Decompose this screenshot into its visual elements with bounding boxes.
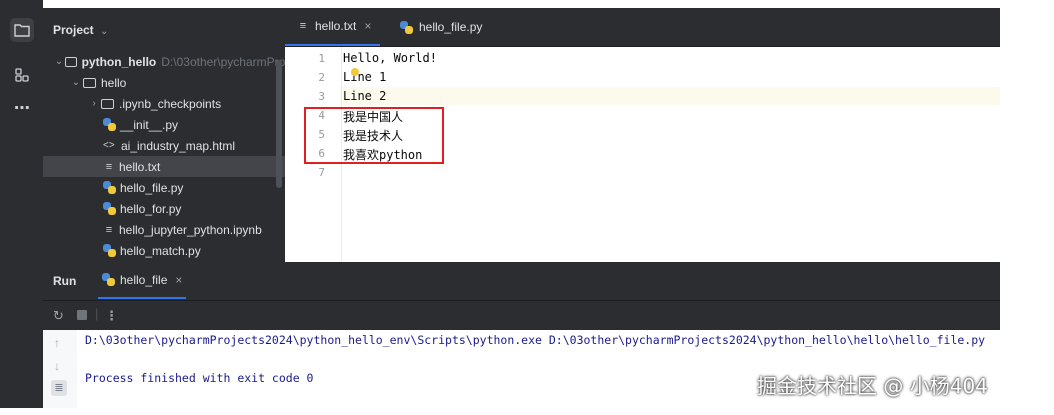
tree-item-python-hello[interactable]: ⌄ python_hello D:\03other\pycharmProj <box>43 51 288 72</box>
tab-label: hello.txt <box>315 19 357 33</box>
console-line: D:\03other\pycharmProjects2024\python_he… <box>85 333 986 347</box>
run-panel-title: Run <box>53 274 77 288</box>
tab-label: hello_file.py <box>419 20 483 34</box>
tab-run-hello-file[interactable]: hello_file × <box>98 262 187 299</box>
activity-bar: ⋯ <box>0 0 43 408</box>
tree-item-label: __init__.py <box>120 117 179 132</box>
structure-icon[interactable] <box>10 63 34 87</box>
tab-label: hello_file <box>120 272 168 287</box>
python-file-icon <box>103 181 116 194</box>
python-file-icon <box>400 20 413 34</box>
rerun-icon[interactable]: ↻ <box>53 308 64 324</box>
run-panel: Run hello_file × ↻ | ⋮ <box>43 262 1000 330</box>
arrow-up-icon[interactable]: ↑ <box>54 336 60 350</box>
tree-item-label: python_hello <box>81 54 157 69</box>
arrow-down-icon[interactable]: ↓ <box>54 359 60 373</box>
tree-item-label: ai_industry_map.html <box>121 138 236 153</box>
html-file-icon: <> <box>103 140 115 151</box>
text-file-icon: ≡ <box>299 20 307 32</box>
project-panel-title: Project <box>53 23 94 37</box>
toolbar-separator: | <box>95 306 99 321</box>
soft-wrap-icon[interactable]: ≣ <box>51 380 67 396</box>
python-file-icon <box>103 202 116 215</box>
run-toolbar: ↻ | ⋮ <box>43 300 1000 331</box>
chevron-down-icon[interactable]: ⌄ <box>53 56 65 67</box>
line-number: 1 <box>318 52 325 65</box>
python-file-icon <box>103 244 116 257</box>
project-scrollbar[interactable] <box>276 60 282 188</box>
folder-icon <box>101 98 114 109</box>
close-icon[interactable]: × <box>175 273 182 287</box>
code-line[interactable]: Hello, World! <box>343 51 437 65</box>
tree-item-label: hello_jupyter_python.ipynb <box>119 222 262 237</box>
tree-item-label: .ipynb_checkpoints <box>119 96 222 111</box>
caret-line-highlight <box>285 87 1000 105</box>
package-folder-icon <box>83 77 96 88</box>
editor-tab-bar: ≡ hello.txt × hello_file.py <box>285 8 1000 47</box>
line-number: 7 <box>318 166 325 179</box>
tree-item-label: hello.txt <box>119 159 161 174</box>
tab-hello-file-py[interactable]: hello_file.py <box>392 8 490 46</box>
tree-item-label: hello_file.py <box>120 180 184 195</box>
tree-item-label: hello_for.py <box>120 201 182 216</box>
tree-item-label: hello <box>101 75 127 90</box>
text-file-icon: ≡ <box>105 223 113 236</box>
more-vertical-icon[interactable]: ⋮ <box>105 308 118 324</box>
chevron-down-icon: ⌄ <box>100 26 109 37</box>
python-file-icon <box>102 273 115 286</box>
watermark: 掘金技术社区 @ 小杨404 <box>757 374 988 398</box>
text-file-icon: ≡ <box>105 160 113 173</box>
chevron-down-icon[interactable]: ⌄ <box>69 77 83 88</box>
project-panel: Project ⌄ ⌄ python_hello D:\03other\pych… <box>43 8 334 262</box>
editor[interactable]: 1 2 3 4 5 6 7 Hello, World! Line 1 Line … <box>285 47 1000 262</box>
tree-item-path: D:\03other\pycharmProj <box>161 54 288 69</box>
chevron-right-icon[interactable]: › <box>87 98 101 109</box>
folder-icon[interactable] <box>10 18 34 42</box>
tree-item-label: hello_match.py <box>120 243 201 258</box>
code-line[interactable]: Line 1 <box>343 70 386 84</box>
tree-item-hello[interactable]: ⌄ hello <box>43 72 304 93</box>
project-panel-header[interactable]: Project ⌄ <box>53 23 108 37</box>
close-icon[interactable]: × <box>364 19 371 33</box>
console-gutter: ↑ ↓ ≣ <box>43 330 77 408</box>
code-line[interactable]: Line 2 <box>343 89 386 103</box>
tab-hello-txt[interactable]: ≡ hello.txt × <box>285 8 381 46</box>
stop-icon[interactable] <box>77 310 87 320</box>
python-file-icon <box>103 118 116 131</box>
annotation-highlight-box <box>304 107 444 164</box>
line-number: 3 <box>318 90 325 103</box>
folder-icon <box>65 56 77 67</box>
console-line: Process finished with exit code 0 <box>85 371 314 385</box>
more-icon[interactable]: ⋯ <box>10 96 34 120</box>
intention-bulb-icon[interactable] <box>351 68 359 76</box>
line-number: 2 <box>318 71 325 84</box>
